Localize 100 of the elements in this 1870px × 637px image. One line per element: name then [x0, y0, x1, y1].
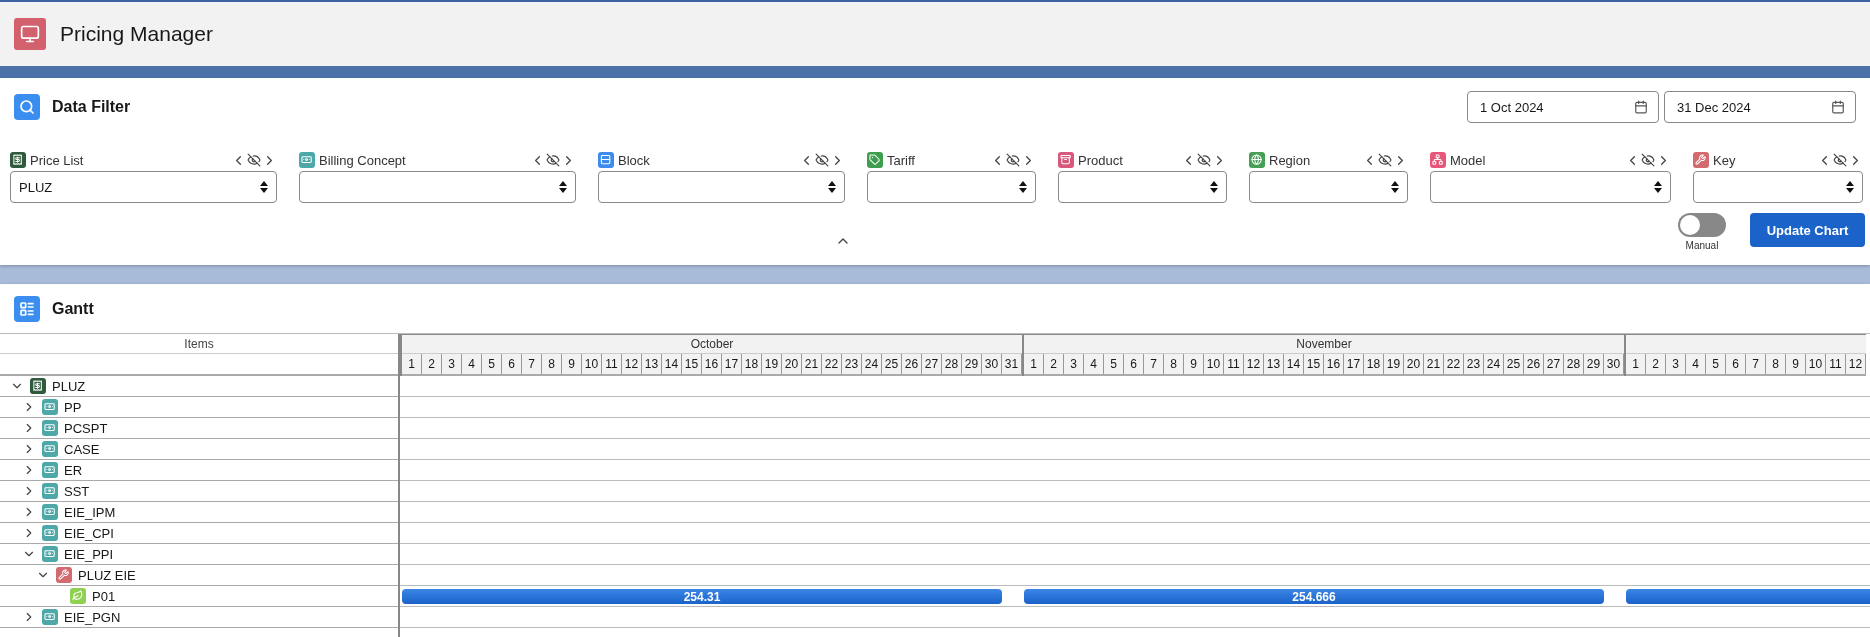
- tree-row[interactable]: EIE_IPM: [0, 502, 398, 523]
- tree-row[interactable]: EIE_PPI: [0, 544, 398, 565]
- region-icon: [1249, 152, 1265, 168]
- tree-row[interactable]: PP: [0, 397, 398, 418]
- calendar-icon[interactable]: [1831, 100, 1845, 114]
- hide-icon[interactable]: [1378, 153, 1392, 167]
- day-cell: 30: [982, 354, 1002, 374]
- hide-icon[interactable]: [1833, 153, 1847, 167]
- billing-concept-icon: [42, 504, 58, 520]
- day-cell: 16: [702, 354, 722, 374]
- day-cell: 3: [1666, 354, 1686, 374]
- tree-row[interactable]: PCSPT: [0, 418, 398, 439]
- billing-concept-icon: [42, 462, 58, 478]
- hide-icon[interactable]: [247, 153, 261, 167]
- day-cell: 24: [862, 354, 882, 374]
- hide-icon[interactable]: [546, 153, 560, 167]
- day-cell: 5: [482, 354, 502, 374]
- filter-label: Price List: [30, 152, 84, 168]
- tree-row[interactable]: P01: [0, 586, 398, 607]
- day-cell: 8: [1766, 354, 1786, 374]
- day-cell: 9: [1786, 354, 1806, 374]
- day-cell: 8: [542, 354, 562, 374]
- billing-concept-icon: [42, 525, 58, 541]
- sort-arrows-icon: [559, 180, 567, 194]
- date-to-field[interactable]: 31 Dec 2024: [1664, 91, 1856, 123]
- day-cell: 30: [1604, 354, 1624, 374]
- item-label: ER: [64, 462, 83, 478]
- day-cell: 18: [1364, 354, 1384, 374]
- day-cell: 26: [1524, 354, 1544, 374]
- gantt-bar[interactable]: 254.666: [1024, 589, 1604, 604]
- hide-icon[interactable]: [1006, 153, 1020, 167]
- month-header: October: [402, 334, 1022, 354]
- tree-row[interactable]: CASE: [0, 439, 398, 460]
- gantt-bar[interactable]: 254.31: [402, 589, 1002, 604]
- day-cell: 10: [1806, 354, 1826, 374]
- day-cell: 28: [1564, 354, 1584, 374]
- day-cell: 29: [962, 354, 982, 374]
- filter-label: Model: [1450, 152, 1486, 168]
- app-title: Pricing Manager: [60, 22, 213, 46]
- day-cell: 13: [1264, 354, 1284, 374]
- day-cell: 21: [802, 354, 822, 374]
- day-cell: 15: [682, 354, 702, 374]
- item-label: EIE_PGN: [64, 609, 121, 625]
- price-list-icon: [10, 152, 26, 168]
- card-title: Data Filter: [52, 98, 131, 116]
- date-from-field[interactable]: 1 Oct 2024: [1467, 91, 1659, 123]
- tree-row[interactable]: PLUZ: [0, 376, 398, 397]
- item-label: PLUZ: [52, 378, 86, 394]
- sort-arrows-icon: [828, 180, 836, 194]
- month-header: November: [1024, 334, 1624, 354]
- filter-label: Tariff: [887, 152, 915, 168]
- billing-concept-icon: [299, 152, 315, 168]
- block-icon: [598, 152, 614, 168]
- day-cell: 17: [1344, 354, 1364, 374]
- sort-arrows-icon: [260, 180, 268, 194]
- day-cell: 23: [842, 354, 862, 374]
- tree-row[interactable]: ER: [0, 460, 398, 481]
- day-cell: 11: [602, 354, 622, 374]
- product-icon: [1058, 152, 1074, 168]
- billing-concept-icon: [42, 546, 58, 562]
- key-icon: [56, 567, 72, 583]
- day-cell: 2: [1646, 354, 1666, 374]
- tree-row[interactable]: PLUZ EIE: [0, 565, 398, 586]
- update-chart-button[interactable]: Update Chart: [1750, 213, 1865, 247]
- day-cell: 2: [1044, 354, 1064, 374]
- item-label: PLUZ EIE: [78, 567, 136, 583]
- day-cell: 21: [1424, 354, 1444, 374]
- price-list-icon: [30, 378, 46, 394]
- gantt-icon: [14, 296, 40, 322]
- filter-select[interactable]: PLUZ: [10, 171, 277, 203]
- monitor-icon: [14, 18, 46, 50]
- day-cell: 6: [1124, 354, 1144, 374]
- tree-row[interactable]: SST: [0, 481, 398, 502]
- hide-icon[interactable]: [1197, 153, 1211, 167]
- manual-toggle[interactable]: [1678, 213, 1726, 237]
- tree-row[interactable]: EIE_CPI: [0, 523, 398, 544]
- day-cell: 11: [1826, 354, 1846, 374]
- sort-arrows-icon: [1654, 180, 1662, 194]
- day-cell: 27: [1544, 354, 1564, 374]
- hide-icon[interactable]: [815, 153, 829, 167]
- item-label: PP: [64, 399, 82, 415]
- tree-row[interactable]: EIE_PGN: [0, 607, 398, 628]
- item-label: EIE_IPM: [64, 504, 116, 520]
- column-header: Items: [0, 334, 398, 354]
- day-cell: 26: [902, 354, 922, 374]
- day-cell: 1: [1626, 354, 1646, 374]
- hide-icon[interactable]: [1641, 153, 1655, 167]
- billing-concept-icon: [42, 420, 58, 436]
- day-cell: 7: [1144, 354, 1164, 374]
- day-cell: 3: [1064, 354, 1084, 374]
- sort-arrows-icon: [1210, 180, 1218, 194]
- day-cell: 6: [1726, 354, 1746, 374]
- day-cell: 25: [1504, 354, 1524, 374]
- calendar-icon[interactable]: [1634, 100, 1648, 114]
- tariff-icon: [867, 152, 883, 168]
- day-cell: 13: [642, 354, 662, 374]
- day-cell: 5: [1104, 354, 1124, 374]
- day-cell: 6: [502, 354, 522, 374]
- billing-concept-icon: [42, 441, 58, 457]
- day-cell: 12: [1846, 354, 1866, 374]
